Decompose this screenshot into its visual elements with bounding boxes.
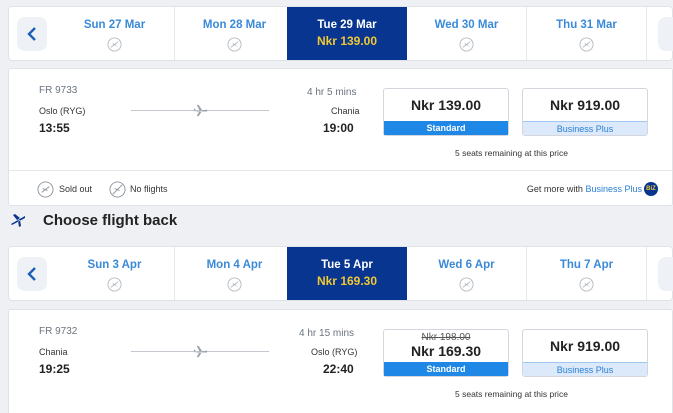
date-option[interactable]: Mon 28 Mar <box>175 7 295 60</box>
flight-number: FR 9733 <box>39 85 78 96</box>
fare-price: Nkr 919.00 <box>549 97 621 113</box>
date-option[interactable]: Thu 31 Mar <box>527 7 647 60</box>
unavailable-icon <box>227 277 242 292</box>
next-dates-button[interactable] <box>658 257 673 291</box>
date-label: Tue 5 Apr <box>321 259 373 271</box>
destination-city: Oslo (RYG) <box>311 347 358 357</box>
arrival-time: 22:40 <box>323 362 354 376</box>
outbound-date-selector: Sun 27 Mar Mon 28 Mar Tue 29 Mar Nkr 139… <box>8 6 673 61</box>
seats-remaining-note: 5 seats remaining at this price <box>455 389 568 399</box>
sold-out-label: Sold out <box>59 184 93 194</box>
departure-time: 13:55 <box>39 121 70 135</box>
date-label: Sun 3 Apr <box>87 259 142 271</box>
date-option[interactable]: Wed 6 Apr <box>407 247 527 300</box>
date-label: Tue 29 Mar <box>317 19 377 31</box>
takeoff-plane-icon <box>11 214 25 227</box>
departure-time: 19:25 <box>39 362 70 376</box>
chevron-left-icon <box>27 267 36 281</box>
flight-duration: 4 hr 5 mins <box>307 87 357 98</box>
date-option[interactable]: Sun 27 Mar <box>55 7 175 60</box>
plane-icon <box>193 104 208 117</box>
date-option-selected[interactable]: Tue 29 Mar Nkr 139.00 <box>287 7 407 60</box>
business-plus-link[interactable]: Business Plus <box>585 184 642 194</box>
unavailable-icon <box>227 37 242 52</box>
return-flight-card: FR 9732 Chania 19:25 4 hr 15 mins Oslo (… <box>8 309 673 413</box>
origin-city: Chania <box>39 347 68 357</box>
date-option[interactable]: Sun 3 Apr <box>55 247 175 300</box>
unavailable-icon <box>579 37 594 52</box>
return-date-selector: Sun 3 Apr Mon 4 Apr Tue 5 Apr Nkr 169.30… <box>8 246 673 301</box>
fare-legend: Sold out No flights Get more with Busine… <box>9 170 672 206</box>
origin-city: Oslo (RYG) <box>39 106 86 116</box>
business-plus-promo: Get more with Business Plus <box>527 184 642 194</box>
unavailable-icon <box>579 277 594 292</box>
prev-dates-button[interactable] <box>17 17 47 51</box>
seats-remaining-note: 5 seats remaining at this price <box>455 148 568 158</box>
standard-fare-button[interactable]: Nkr 139.00 Standard <box>383 88 509 136</box>
unavailable-icon <box>107 37 122 52</box>
original-price: Nkr 198.00 <box>421 332 471 343</box>
standard-fare-button[interactable]: Nkr 198.00 Nkr 169.30 Standard <box>383 329 509 377</box>
date-option-selected[interactable]: Tue 5 Apr Nkr 169.30 <box>287 247 407 300</box>
date-price: Nkr 139.00 <box>316 34 378 48</box>
business-plus-fare-button[interactable]: Nkr 919.00 Business Plus <box>522 88 648 136</box>
promo-text: Get more with <box>526 184 583 194</box>
date-price: Nkr 169.30 <box>316 274 378 288</box>
date-label: Mon 28 Mar <box>202 19 267 31</box>
flight-number: FR 9732 <box>39 326 78 337</box>
unavailable-icon <box>107 277 122 292</box>
outbound-flight-card: FR 9733 Oslo (RYG) 13:55 4 hr 5 mins Cha… <box>8 68 673 206</box>
destination-city: Chania <box>331 106 360 116</box>
sold-out-icon <box>37 181 54 198</box>
fare-type-label: Business Plus <box>523 121 647 135</box>
date-label: Thu 31 Mar <box>556 19 617 31</box>
fare-price: Nkr 169.30 <box>410 343 482 359</box>
date-label: Wed 6 Apr <box>438 259 495 271</box>
fare-price: Nkr 919.00 <box>549 338 621 354</box>
no-flights-label: No flights <box>130 184 168 194</box>
fare-type-label: Standard <box>384 121 508 135</box>
unavailable-icon <box>459 277 474 292</box>
next-dates-button[interactable] <box>658 17 673 51</box>
section-title: Choose flight back <box>43 212 178 229</box>
date-label: Mon 4 Apr <box>206 259 263 271</box>
fare-type-label: Standard <box>384 362 508 376</box>
prev-dates-button[interactable] <box>17 257 47 291</box>
date-option[interactable]: Thu 7 Apr <box>527 247 647 300</box>
date-label: Thu 7 Apr <box>559 259 614 271</box>
business-plus-fare-button[interactable]: Nkr 919.00 Business Plus <box>522 329 648 377</box>
unavailable-icon <box>459 37 474 52</box>
date-option[interactable]: Wed 30 Mar <box>407 7 527 60</box>
no-flights-icon <box>109 181 126 198</box>
date-option[interactable]: Mon 4 Apr <box>175 247 295 300</box>
date-label: Wed 30 Mar <box>434 19 499 31</box>
fare-price: Nkr 139.00 <box>410 97 482 113</box>
plane-icon <box>193 345 208 358</box>
business-plus-badge: BiZ <box>644 182 658 196</box>
fare-type-label: Business Plus <box>523 362 647 376</box>
date-label: Sun 27 Mar <box>83 19 146 31</box>
chevron-left-icon <box>27 27 36 41</box>
arrival-time: 19:00 <box>323 121 354 135</box>
flight-duration: 4 hr 15 mins <box>299 328 355 339</box>
